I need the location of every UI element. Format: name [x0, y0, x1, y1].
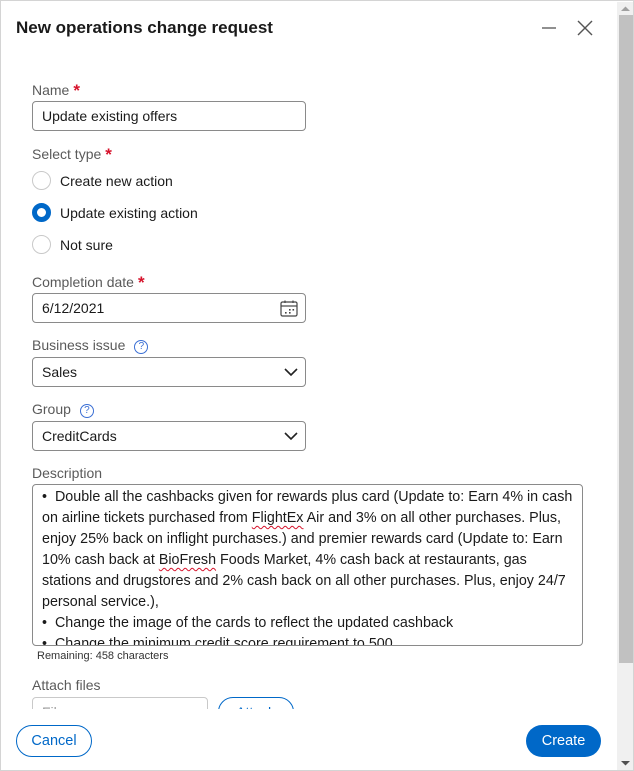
help-icon[interactable]: ? [79, 404, 94, 418]
completion-date-value: 6/12/2021 [42, 300, 105, 316]
create-button[interactable]: Create [526, 725, 601, 757]
attach-files-label: Attach files [32, 677, 101, 693]
business-issue-value: Sales [42, 364, 78, 380]
group-select[interactable]: CreditCards [32, 421, 306, 451]
scroll-up-button[interactable] [617, 2, 633, 15]
description-item: • Double all the cashbacks given for rew… [42, 487, 576, 613]
radio-button[interactable] [32, 235, 51, 254]
radio-button[interactable] [32, 171, 51, 190]
vertical-scrollbar[interactable] [617, 2, 633, 770]
name-input-value: Update existing offers [42, 108, 178, 124]
select-type-label-text: Select type [32, 146, 102, 162]
calendar-button[interactable] [279, 299, 299, 322]
bullet: • [42, 615, 48, 631]
cancel-button[interactable]: Cancel [16, 725, 92, 757]
radio-update-existing-action[interactable]: Update existing action [32, 203, 198, 222]
form-content: Name * Update existing offers Select type… [32, 1, 592, 709]
radio-button-checked[interactable] [32, 203, 51, 222]
scrollbar-thumb[interactable] [619, 15, 633, 663]
group-value: CreditCards [42, 428, 117, 444]
business-issue-select[interactable]: Sales [32, 357, 306, 387]
calendar-icon [280, 300, 298, 317]
remaining-characters: Remaining: 458 characters [37, 650, 169, 662]
description-item: • Change the image of the cards to refle… [42, 613, 576, 634]
chevron-down-icon [283, 365, 299, 382]
radio-not-sure[interactable]: Not sure [32, 235, 113, 254]
bullet: • [42, 489, 48, 505]
change-request-dialog: New operations change request Name * Upda… [0, 0, 634, 771]
radio-label: Update existing action [60, 204, 198, 221]
radio-label: Not sure [60, 236, 113, 253]
attach-file-input[interactable]: File [32, 697, 208, 709]
description-textarea[interactable]: • Double all the cashbacks given for rew… [32, 484, 583, 646]
scroll-down-button[interactable] [617, 757, 633, 770]
dialog-footer: Cancel Create [1, 709, 617, 770]
radio-create-new-action[interactable]: Create new action [32, 171, 173, 190]
description-item: • Change the minimum credit score requir… [42, 634, 576, 646]
name-label-text: Name [32, 82, 70, 98]
description-label: Description [32, 465, 103, 481]
misspelled-word: BioFresh [158, 552, 217, 568]
completion-date-label: Completion date * [32, 272, 145, 292]
name-input[interactable]: Update existing offers [32, 101, 306, 131]
required-marker: * [73, 81, 80, 100]
radio-label: Create new action [60, 172, 173, 189]
chevron-down-icon [283, 429, 299, 446]
arrow-up-icon [621, 6, 630, 11]
group-label-text: Group [32, 401, 71, 417]
business-issue-label: Business issue? [32, 337, 149, 355]
required-marker: * [105, 145, 112, 164]
completion-date-label-text: Completion date [32, 274, 134, 290]
help-icon[interactable]: ? [134, 340, 149, 354]
arrow-down-icon [621, 761, 630, 766]
completion-date-input[interactable]: 6/12/2021 [32, 293, 306, 323]
attach-button[interactable]: Attach [218, 697, 294, 709]
bullet: • [42, 636, 48, 646]
misspelled-word: FlightEx [251, 510, 304, 526]
group-label: Group? [32, 401, 94, 419]
business-issue-label-text: Business issue [32, 337, 126, 353]
text-part: Change the minimum credit score requirem… [54, 636, 393, 646]
name-label: Name * [32, 80, 80, 100]
text-part: Change the image of the cards to reflect… [54, 615, 454, 631]
select-type-label: Select type * [32, 144, 112, 164]
required-marker: * [137, 273, 145, 292]
